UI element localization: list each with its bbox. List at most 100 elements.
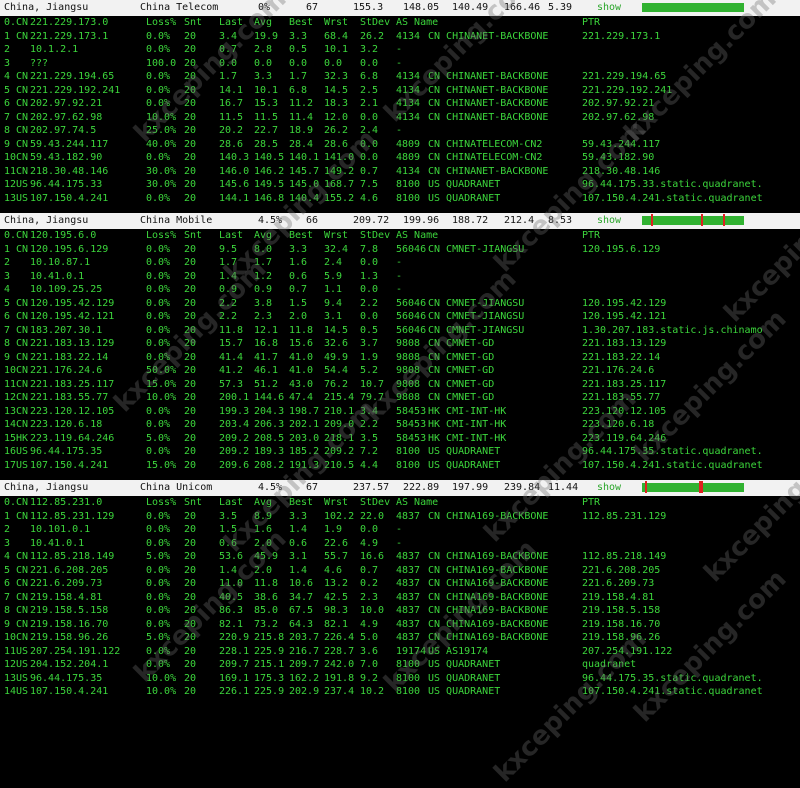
hop-best: 41.0	[289, 365, 314, 376]
hop-asname: US QUADRANET	[428, 179, 501, 190]
hop-cc: CN	[16, 84, 29, 96]
summary-loss: 4.5%	[258, 215, 283, 226]
hop-wrst: 68.4	[324, 30, 349, 42]
hop-ip: 223.120.12.105	[30, 405, 115, 417]
summary-stdev: 11.44	[548, 482, 579, 493]
hop-stdev: 0.0	[360, 524, 379, 535]
hop-last: 169.1	[219, 672, 250, 684]
hop-stdev: 7.2	[360, 446, 379, 457]
hop-cc: CN	[16, 564, 29, 576]
hop-row: 3 10.41.0.1 0.0% 20 0.6 2.0 0.6 22.6 4.9 -	[0, 537, 800, 551]
hop-best: 41.0	[289, 351, 314, 363]
hop-snt: 20	[184, 686, 197, 697]
hop-wrst: 1.1	[324, 284, 343, 295]
hop-n: 8	[4, 605, 11, 616]
hop-stdev: 0.0	[360, 57, 379, 69]
hop-last: 1.4	[219, 270, 238, 282]
hop-stdev: 0.0	[360, 257, 379, 268]
hop-asname: US AS19174	[428, 645, 489, 657]
hop-asn: 4134	[396, 71, 421, 82]
hop-asn: 4837	[396, 564, 421, 576]
hop-last: 2.2	[219, 297, 238, 309]
hop-row: 13 US 107.150.4.241 0.0% 20 144.1 146.8 140.4 15…	[0, 192, 800, 206]
hop-best: 11.4	[289, 111, 314, 123]
hop-cc: HK	[16, 432, 29, 444]
hop-snt: 20	[184, 351, 197, 363]
hop-wrst: 18.3	[324, 98, 349, 109]
hop-row: 15 HK 223.119.64.246 5.0% 20 209.2 208.5 203.0 2…	[0, 432, 800, 446]
hop-wrst: 49.9	[324, 351, 349, 363]
hop-snt: 20	[184, 591, 197, 603]
hop-avg: Avg	[254, 17, 273, 28]
hop-stdev: 2.3	[360, 591, 379, 603]
hop-asn: 4837	[396, 618, 421, 630]
summary-stdev: 5.39	[548, 2, 573, 13]
hop-row: 11 US 207.254.191.122 0.0% 20 228.1 225.9 216.7…	[0, 645, 800, 659]
show-link[interactable]: show	[597, 0, 621, 16]
hop-best: 198.7	[289, 405, 320, 417]
hop-avg: 208.2	[254, 459, 285, 471]
hop-ip: 204.152.204.1	[30, 659, 109, 670]
hop-ip: 221.229.173.0	[30, 17, 109, 28]
hop-n: 6	[4, 311, 11, 322]
hop-wrst: 28.6	[324, 138, 349, 150]
hop-row: 9 CN 59.43.244.117 40.0% 20 28.6 28.5 28.4 28.6 0…	[0, 138, 800, 152]
hop-asn: -	[396, 57, 403, 69]
traceroute-report: China, Jiangsu China Telecom 0% 67 155.3 148.…	[0, 0, 800, 707]
hop-best: 1.4	[289, 564, 308, 576]
hop-avg: 38.6	[254, 591, 279, 603]
hop-wrst: 168.7	[324, 179, 355, 190]
location-label: China, Jiangsu	[4, 482, 89, 493]
hop-last: 209.7	[219, 659, 250, 670]
hop-avg: 22.7	[254, 125, 279, 136]
hop-stdev: 7.5	[360, 179, 379, 190]
hop-row: 9 CN 219.158.16.70 0.0% 20 82.1 73.2 64.3 82.1 4.…	[0, 618, 800, 632]
hop-row: 10 CN 59.43.182.90 0.0% 20 140.3 140.5 140.1 141…	[0, 151, 800, 165]
show-link[interactable]: show	[597, 213, 621, 229]
hop-n: 4	[4, 71, 11, 82]
hop-stdev: 26.2	[360, 30, 385, 42]
hop-asn: 8100	[396, 192, 421, 204]
hop-stdev: 7.8	[360, 243, 379, 255]
hop-asn: 56046	[396, 297, 427, 309]
hop-last: 3.4	[219, 30, 238, 42]
summary-best: 188.72	[452, 215, 489, 226]
hop-wrst: 5.9	[324, 270, 343, 282]
hop-loss: 0.0%	[146, 405, 171, 417]
hop-ip: 120.195.6.0	[30, 230, 97, 241]
hop-ip: 10.1.2.1	[30, 44, 79, 55]
hop-asname: HK CMI-INT-HK	[428, 419, 507, 430]
hop-best: 1.6	[289, 257, 308, 268]
hop-loss: 100.0	[146, 57, 177, 69]
hop-cc: CN	[16, 30, 29, 42]
hop-n: 13	[4, 405, 17, 417]
hop-ip: 96.44.175.35	[30, 672, 103, 684]
hop-avg: 8.0	[254, 243, 273, 255]
hop-ptr: 223.119.64.246	[582, 432, 667, 444]
hop-wrst: 210.1	[324, 405, 355, 417]
hop-ip: 112.85.231.129	[30, 510, 115, 522]
hop-best: 203.0	[289, 432, 320, 444]
hop-row: 1 CN 120.195.6.129 0.0% 20 9.5 8.0 3.3 32.4 7.8 56…	[0, 243, 800, 257]
hop-stdev: 3.5	[360, 432, 379, 444]
hop-cc: CN	[16, 230, 29, 241]
hop-avg: 215.1	[254, 659, 285, 670]
hop-asn: 8100	[396, 446, 421, 457]
hop-asn: 4809	[396, 152, 421, 163]
hop-asn: -	[396, 125, 403, 136]
hop-best: 11.8	[289, 324, 314, 336]
hop-asname: CN CMNET-GD	[428, 378, 495, 390]
hop-snt: 20	[184, 459, 197, 471]
hop-asname: CN CMNET-GD	[428, 365, 495, 376]
hop-last: Last	[219, 17, 244, 28]
hop-stdev: 1.9	[360, 351, 379, 363]
hop-loss: 0.0%	[146, 30, 171, 42]
hop-stdev: StDev	[360, 17, 391, 28]
hop-row: 6 CN 221.6.209.73 0.0% 20 11.0 11.8 10.6 13.2 0.2…	[0, 577, 800, 591]
latency-sparkline	[642, 214, 744, 226]
hop-asn: 4837	[396, 591, 421, 603]
summary-snt: 67	[306, 482, 319, 493]
hop-n: 12	[4, 659, 17, 670]
show-link[interactable]: show	[597, 480, 621, 496]
hop-row: 2 10.10.87.1 0.0% 20 1.7 1.7 1.6 2.4 0.0 -	[0, 256, 800, 270]
